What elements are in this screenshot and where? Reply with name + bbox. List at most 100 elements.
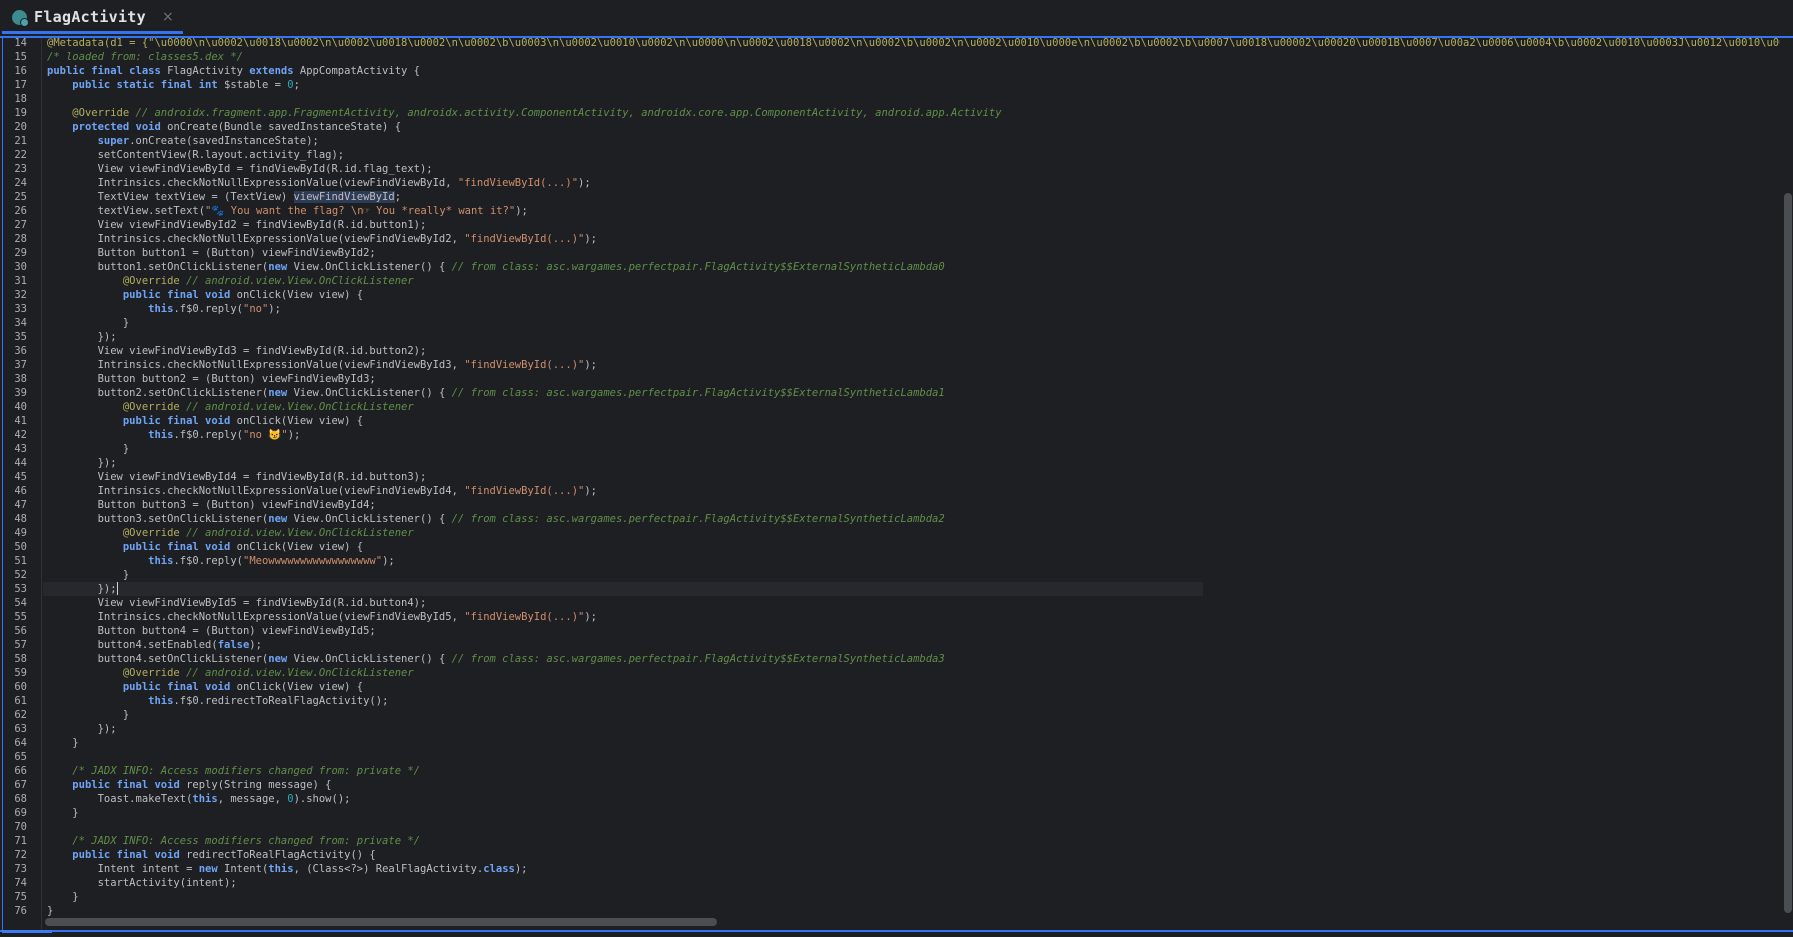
code-line[interactable]: } bbox=[47, 736, 78, 750]
tab-flagactivity[interactable]: FlagActivity × bbox=[6, 0, 182, 34]
code-line[interactable]: /* loaded from: classes5.dex */ bbox=[47, 50, 243, 64]
code-line[interactable]: this.f$0.reply("no 😼"); bbox=[47, 428, 300, 442]
code-line[interactable]: super.onCreate(savedInstanceState); bbox=[47, 134, 319, 148]
code-token: } bbox=[47, 709, 130, 721]
code-editor[interactable]: 14 15 16 17 18 19 20 21 22 23 24 25 26 27 28 29 30 31 32 33… bbox=[2, 38, 1793, 931]
code-line[interactable]: protected void onCreate(Bundle savedInst… bbox=[47, 120, 401, 134]
code-token: "findViewById(...)" bbox=[464, 611, 585, 623]
code-line[interactable]: setContentView(R.layout.activity_flag); bbox=[47, 148, 345, 162]
code-line[interactable]: button2.setOnClickListener(new View.OnCl… bbox=[47, 386, 945, 400]
code-line[interactable]: }); bbox=[47, 582, 118, 596]
code-token: new bbox=[268, 653, 294, 665]
vertical-scrollbar-thumb[interactable] bbox=[1784, 193, 1792, 913]
code-token: button1.setOnClickListener( bbox=[47, 261, 269, 273]
code-token: } bbox=[47, 891, 79, 903]
code-line[interactable]: Intrinsics.checkNotNullExpressionValue(v… bbox=[47, 484, 597, 498]
code-line[interactable]: public final void onClick(View view) { bbox=[47, 680, 363, 694]
line-number: 23 bbox=[14, 163, 27, 175]
code-line[interactable]: startActivity(intent); bbox=[47, 876, 237, 890]
code-line[interactable]: button3.setOnClickListener(new View.OnCl… bbox=[47, 512, 945, 526]
code-line[interactable]: View viewFindViewById2 = findViewById(R.… bbox=[47, 218, 427, 232]
code-line[interactable]: }); bbox=[47, 722, 117, 736]
code-line[interactable]: /* JADX INFO: Access modifiers changed f… bbox=[47, 764, 420, 778]
code-line[interactable]: button4.setOnClickListener(new View.OnCl… bbox=[47, 652, 945, 666]
code-token: onClick(View view) { bbox=[236, 681, 364, 693]
code-line[interactable]: button4.setEnabled(false); bbox=[47, 638, 262, 652]
code-line[interactable]: Intent intent = new Intent(this, (Class<… bbox=[47, 862, 528, 876]
code-line[interactable]: public final void onClick(View view) { bbox=[47, 540, 363, 554]
code-line[interactable]: View viewFindViewById5 = findViewById(R.… bbox=[47, 596, 427, 610]
line-number: 16 bbox=[14, 65, 27, 77]
code-line[interactable]: textView.setText("🐾 You want the flag? \… bbox=[47, 204, 528, 218]
code-line[interactable]: View viewFindViewById3 = findViewById(R.… bbox=[47, 344, 427, 358]
code-line[interactable]: }); bbox=[47, 330, 117, 344]
code-line[interactable]: public final void onClick(View view) { bbox=[47, 414, 363, 428]
code-area[interactable]: @Metadata(d1 = {"\u0000\n\u0002\u0018\u0… bbox=[47, 38, 1780, 931]
code-line[interactable]: Button button4 = (Button) viewFindViewBy… bbox=[47, 624, 376, 638]
code-line[interactable]: } bbox=[47, 890, 79, 904]
code-line[interactable]: Intrinsics.checkNotNullExpressionValue(v… bbox=[47, 176, 591, 190]
code-token: @Metadata(d1 = {"\u0000\n\u0002\u0018\u0… bbox=[47, 38, 1780, 49]
code-line[interactable]: @Override // android.view.View.OnClickLi… bbox=[47, 526, 414, 540]
code-token: public final void bbox=[122, 415, 237, 427]
close-icon[interactable]: × bbox=[162, 9, 174, 25]
code-line[interactable]: Intrinsics.checkNotNullExpressionValue(v… bbox=[47, 358, 597, 372]
code-line[interactable]: public final void onClick(View view) { bbox=[47, 288, 363, 302]
code-token: Intrinsics.checkNotNullExpressionValue(v… bbox=[47, 611, 465, 623]
code-line[interactable]: TextView textView = (TextView) viewFindV… bbox=[47, 190, 401, 204]
code-line[interactable]: @Override // android.view.View.OnClickLi… bbox=[47, 274, 414, 288]
line-number: 49 bbox=[14, 527, 27, 539]
line-number: 45 bbox=[14, 471, 27, 483]
code-line[interactable]: } bbox=[47, 904, 53, 918]
code-token: ).show(); bbox=[293, 793, 351, 805]
code-line[interactable]: /* JADX INFO: Access modifiers changed f… bbox=[47, 834, 420, 848]
code-line[interactable]: Toast.makeText(this, message, 0).show(); bbox=[47, 792, 351, 806]
vertical-scrollbar[interactable] bbox=[1784, 38, 1792, 918]
code-line[interactable]: Intrinsics.checkNotNullExpressionValue(v… bbox=[47, 232, 597, 246]
line-number: 62 bbox=[14, 709, 27, 721]
code-token: new bbox=[268, 513, 294, 525]
code-token: .onCreate(savedInstanceState); bbox=[129, 135, 319, 147]
code-line[interactable]: this.f$0.reply("no"); bbox=[47, 302, 281, 316]
code-line[interactable]: button1.setOnClickListener(new View.OnCl… bbox=[47, 260, 945, 274]
code-line[interactable]: @Override // androidx.fragment.app.Fragm… bbox=[47, 106, 1001, 120]
line-number: 54 bbox=[14, 597, 27, 609]
code-line[interactable]: public final class FlagActivity extends … bbox=[47, 64, 420, 78]
code-line[interactable]: public final void redirectToRealFlagActi… bbox=[47, 848, 375, 862]
code-line[interactable]: @Metadata(d1 = {"\u0000\n\u0002\u0018\u0… bbox=[47, 38, 1780, 50]
code-line[interactable]: Intrinsics.checkNotNullExpressionValue(v… bbox=[47, 610, 597, 624]
code-line[interactable]: Button button2 = (Button) viewFindViewBy… bbox=[47, 372, 376, 386]
code-line[interactable]: } bbox=[47, 568, 129, 582]
code-line[interactable]: @Override // android.view.View.OnClickLi… bbox=[47, 666, 414, 680]
code-line[interactable]: this.f$0.redirectToRealFlagActivity(); bbox=[47, 694, 388, 708]
code-line[interactable]: } bbox=[47, 442, 129, 456]
code-token: Intrinsics.checkNotNullExpressionValue(v… bbox=[47, 485, 465, 497]
code-line[interactable]: View viewFindViewById4 = findViewById(R.… bbox=[47, 470, 427, 484]
code-line[interactable]: this.f$0.reply("Meowwwwwwwwwwwwwwwww"); bbox=[47, 554, 395, 568]
code-line[interactable]: } bbox=[47, 316, 129, 330]
horizontal-scrollbar-thumb[interactable] bbox=[45, 918, 717, 926]
code-line[interactable]: View viewFindViewById = findViewById(R.i… bbox=[47, 162, 433, 176]
code-line[interactable]: public static final int $stable = 0; bbox=[47, 78, 300, 92]
code-token: .f$0.redirectToRealFlagActivity(); bbox=[173, 695, 389, 707]
code-line[interactable]: Button button3 = (Button) viewFindViewBy… bbox=[47, 498, 376, 512]
code-token: , (Class<?>) RealFlagActivity. bbox=[293, 863, 484, 875]
code-line[interactable]: public final void reply(String message) … bbox=[47, 778, 331, 792]
code-token: public final void bbox=[122, 681, 237, 693]
text-caret bbox=[116, 582, 118, 595]
code-line[interactable]: @Override // android.view.View.OnClickLi… bbox=[47, 400, 414, 414]
code-line[interactable]: }); bbox=[47, 456, 117, 470]
code-line[interactable]: } bbox=[47, 806, 78, 820]
line-number: 22 bbox=[14, 149, 27, 161]
code-line[interactable]: Button button1 = (Button) viewFindViewBy… bbox=[47, 246, 376, 260]
code-line[interactable]: } bbox=[47, 708, 129, 722]
line-number: 43 bbox=[14, 443, 27, 455]
line-number: 53 bbox=[14, 583, 27, 595]
code-token: this bbox=[192, 793, 218, 805]
line-number: 75 bbox=[14, 891, 27, 903]
